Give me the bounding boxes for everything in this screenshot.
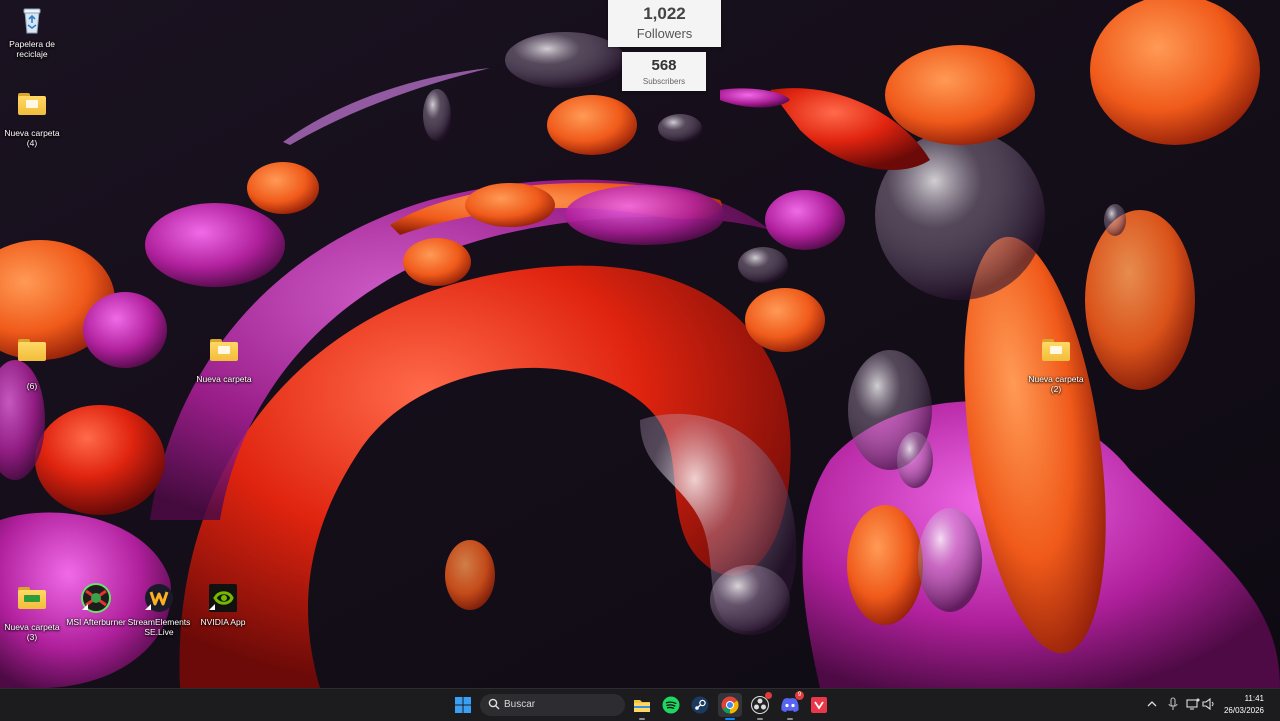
folder-3-label: Nueva carpeta (3): [4, 622, 60, 642]
recycle-bin-desktop-icon[interactable]: Papelera de reciclaje: [0, 4, 64, 59]
folder-6-label: (6): [26, 381, 38, 391]
clock-time: 11:41: [1244, 694, 1264, 703]
followers-widget: 1,022 Followers: [608, 0, 721, 47]
file-explorer-button[interactable]: [630, 693, 654, 720]
msi-afterburner-icon: [80, 582, 112, 614]
folder-icon: [16, 339, 48, 371]
streamelements-icon: [143, 582, 175, 614]
chrome-button[interactable]: [718, 693, 742, 720]
folder-4-label: Nueva carpeta (4): [4, 128, 60, 148]
folder-6-desktop-icon[interactable]: (6): [0, 334, 64, 391]
search-icon: [488, 698, 500, 710]
file-explorer-icon: [634, 700, 650, 712]
recycle-bin-icon: [16, 4, 48, 36]
volume-icon[interactable]: [1202, 697, 1216, 711]
subscribers-widget: 568 Subscribers: [622, 52, 706, 91]
streamelements-label: StreamElements SE.Live: [127, 617, 191, 637]
chrome-icon: [721, 696, 739, 714]
microphone-icon[interactable]: [1166, 697, 1180, 711]
steam-icon: [691, 696, 709, 714]
discord-button[interactable]: 9: [778, 691, 804, 720]
red-app-icon: [811, 697, 827, 713]
msi-afterburner-label: MSI Afterburner: [66, 617, 126, 627]
folder-icon: [16, 93, 48, 125]
clock-date: 26/03/2026: [1223, 706, 1264, 715]
followers-count: 1,022: [643, 4, 686, 23]
spotify-button[interactable]: [659, 693, 683, 717]
chevron-up-icon[interactable]: [1145, 697, 1159, 711]
msi-afterburner-desktop-icon[interactable]: MSI Afterburner: [64, 582, 128, 627]
pinned-app-button[interactable]: [807, 693, 831, 717]
subscribers-count: 568: [651, 57, 677, 74]
system-clock[interactable]: 11:41 26/03/2026: [1224, 693, 1264, 717]
nvidia-icon: [207, 582, 239, 614]
spotify-icon: [662, 696, 680, 714]
folder-icon: [16, 587, 48, 619]
nvidia-app-label: NVIDIA App: [200, 617, 246, 627]
followers-label: Followers: [636, 26, 693, 41]
folder-icon: [208, 339, 240, 371]
windows-start-icon: [455, 697, 471, 713]
folder-icon: [1040, 339, 1072, 371]
recycle-bin-label: Papelera de reciclaje: [9, 39, 55, 59]
obs-button[interactable]: [748, 692, 772, 720]
folder-4-desktop-icon[interactable]: Nueva carpeta (4): [0, 88, 64, 148]
folder-2-label: Nueva carpeta (2): [1028, 374, 1084, 394]
taskbar-search-box[interactable]: Buscar: [480, 694, 625, 716]
subscribers-label: Subscribers: [642, 77, 686, 86]
start-button[interactable]: [451, 693, 475, 717]
folder-3-desktop-icon[interactable]: Nueva carpeta (3): [0, 582, 64, 642]
folder-2-desktop-icon[interactable]: Nueva carpeta (2): [1024, 334, 1088, 394]
nvidia-app-desktop-icon[interactable]: NVIDIA App: [191, 582, 255, 627]
discord-notification-badge: 9: [795, 691, 804, 700]
taskbar: Buscar 9 11:41 26/03/2026: [0, 688, 1280, 721]
network-icon[interactable]: [1186, 697, 1200, 711]
steam-button[interactable]: [688, 693, 712, 717]
folder-label: Nueva carpeta: [196, 374, 252, 384]
streamelements-desktop-icon[interactable]: StreamElements SE.Live: [127, 582, 191, 637]
search-placeholder: Buscar: [504, 699, 536, 710]
folder-desktop-icon[interactable]: Nueva carpeta: [192, 334, 256, 384]
